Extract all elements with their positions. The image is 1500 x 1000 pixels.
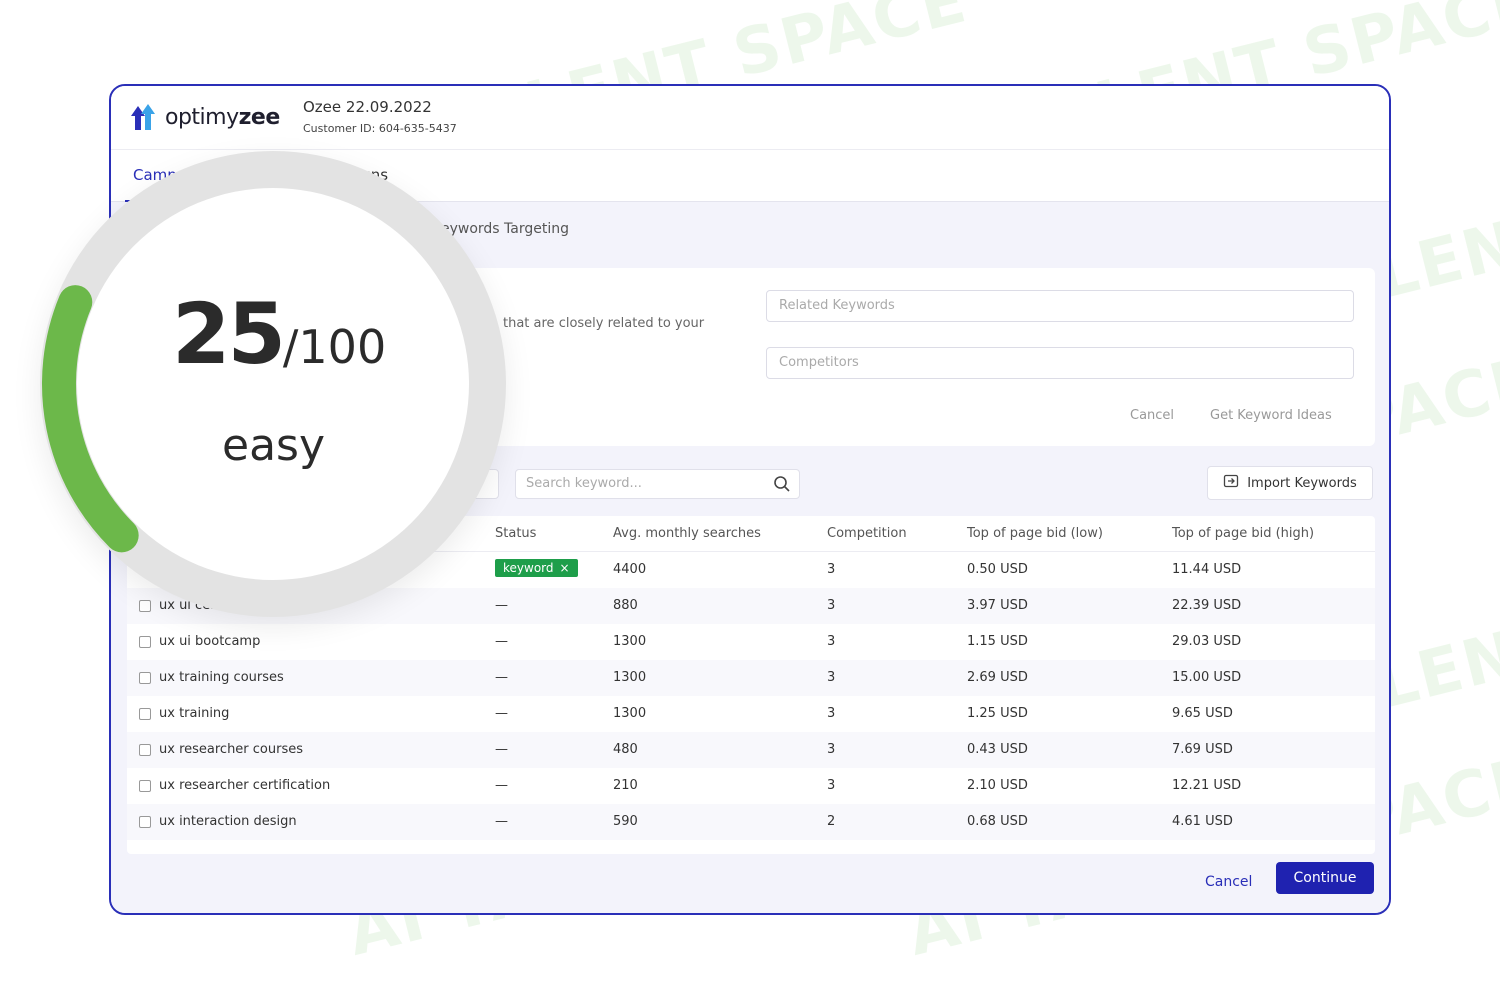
cell-bid-high: 9.65 USD bbox=[1172, 706, 1233, 721]
cell-competition: 3 bbox=[827, 598, 836, 613]
cell-searches: 480 bbox=[613, 742, 638, 757]
cell-status: — bbox=[495, 670, 508, 685]
logo-arrows-icon bbox=[129, 102, 159, 132]
logo[interactable]: optimyzee bbox=[129, 102, 280, 132]
cell-status: — bbox=[495, 814, 508, 829]
header-bid-high[interactable]: Top of page bid (high) bbox=[1172, 526, 1314, 541]
cell-bid-high: 11.44 USD bbox=[1172, 562, 1242, 577]
search-placeholder: Search keyword... bbox=[526, 476, 642, 491]
related-keywords-input[interactable]: Related Keywords bbox=[766, 290, 1354, 322]
logo-text: optimyzee bbox=[165, 104, 280, 130]
cell-bid-high: 29.03 USD bbox=[1172, 634, 1242, 649]
cell-keyword: ux interaction design bbox=[159, 814, 297, 829]
cell-competition: 3 bbox=[827, 670, 836, 685]
cell-searches: 1300 bbox=[613, 670, 647, 685]
row-checkbox[interactable] bbox=[139, 708, 151, 720]
gauge-inner bbox=[77, 188, 469, 580]
cell-searches: 210 bbox=[613, 778, 638, 793]
import-keywords-label: Import Keywords bbox=[1247, 475, 1357, 491]
cell-bid-low: 3.97 USD bbox=[967, 598, 1028, 613]
cancel-button[interactable]: Cancel bbox=[1205, 874, 1252, 890]
stage: AI TALENT SPACE AI TALENT SPACE AI TALEN… bbox=[0, 0, 1500, 1000]
score-display: 25/100 bbox=[172, 285, 386, 383]
cell-bid-low: 1.25 USD bbox=[967, 706, 1028, 721]
cell-bid-low: 0.50 USD bbox=[967, 562, 1028, 577]
account-name: Ozee 22.09.2022 bbox=[303, 98, 432, 116]
continue-button[interactable]: Continue bbox=[1276, 862, 1374, 894]
cell-competition: 3 bbox=[827, 562, 836, 577]
panel-cancel-button[interactable]: Cancel bbox=[1130, 408, 1174, 423]
row-checkbox[interactable] bbox=[139, 816, 151, 828]
cell-bid-low: 0.68 USD bbox=[967, 814, 1028, 829]
cell-status: — bbox=[495, 706, 508, 721]
table-row[interactable]: ux training courses — 1300 3 2.69 USD 15… bbox=[127, 660, 1375, 696]
row-checkbox[interactable] bbox=[139, 672, 151, 684]
table-row[interactable]: ux interaction design — 590 2 0.68 USD 4… bbox=[127, 804, 1375, 840]
table-row[interactable]: ux researcher courses — 480 3 0.43 USD 7… bbox=[127, 732, 1375, 768]
cell-bid-high: 15.00 USD bbox=[1172, 670, 1242, 685]
cell-status: — bbox=[495, 778, 508, 793]
cell-bid-high: 4.61 USD bbox=[1172, 814, 1233, 829]
cell-bid-low: 2.69 USD bbox=[967, 670, 1028, 685]
status-badge[interactable]: keyword × bbox=[495, 559, 578, 577]
score-value: 25 bbox=[172, 285, 286, 383]
cell-bid-low: 1.15 USD bbox=[967, 634, 1028, 649]
cell-searches: 590 bbox=[613, 814, 638, 829]
cell-searches: 4400 bbox=[613, 562, 647, 577]
table-row[interactable]: ux training — 1300 3 1.25 USD 9.65 USD bbox=[127, 696, 1375, 732]
panel-description: that are closely related to your bbox=[503, 316, 705, 331]
row-checkbox[interactable] bbox=[139, 636, 151, 648]
cell-competition: 2 bbox=[827, 814, 836, 829]
header-avg-searches[interactable]: Avg. monthly searches bbox=[613, 526, 761, 541]
header-bid-low[interactable]: Top of page bid (low) bbox=[967, 526, 1103, 541]
cell-competition: 3 bbox=[827, 778, 836, 793]
score-difficulty-label: easy bbox=[222, 420, 325, 471]
cell-keyword: ux ui bootcamp bbox=[159, 634, 261, 649]
competitors-input[interactable]: Competitors bbox=[766, 347, 1354, 379]
cell-competition: 3 bbox=[827, 706, 836, 721]
search-icon[interactable] bbox=[773, 475, 791, 497]
cell-status: — bbox=[495, 634, 508, 649]
cell-keyword: ux training courses bbox=[159, 670, 284, 685]
close-icon[interactable]: × bbox=[560, 561, 570, 575]
cell-bid-low: 0.43 USD bbox=[967, 742, 1028, 757]
score-max: /100 bbox=[282, 320, 387, 374]
import-keywords-button[interactable]: Import Keywords bbox=[1207, 466, 1373, 500]
cell-bid-high: 7.69 USD bbox=[1172, 742, 1233, 757]
table-row[interactable]: ux researcher certification — 210 3 2.10… bbox=[127, 768, 1375, 804]
header-competition[interactable]: Competition bbox=[827, 526, 907, 541]
row-checkbox[interactable] bbox=[139, 780, 151, 792]
import-icon bbox=[1223, 473, 1239, 493]
customer-id: Customer ID: 604-635-5437 bbox=[303, 122, 457, 135]
cell-keyword: ux researcher courses bbox=[159, 742, 304, 757]
cell-status: — bbox=[495, 742, 508, 757]
cell-competition: 3 bbox=[827, 742, 836, 757]
cell-searches: 1300 bbox=[613, 706, 647, 721]
cell-keyword: ux researcher certification bbox=[159, 778, 331, 793]
cell-searches: 880 bbox=[613, 598, 638, 613]
get-keyword-ideas-button[interactable]: Get Keyword Ideas bbox=[1210, 408, 1332, 423]
cell-keyword: ux training bbox=[159, 706, 230, 721]
cell-bid-low: 2.10 USD bbox=[967, 778, 1028, 793]
cell-bid-high: 22.39 USD bbox=[1172, 598, 1242, 613]
row-checkbox[interactable] bbox=[139, 744, 151, 756]
cell-searches: 1300 bbox=[613, 634, 647, 649]
cell-bid-high: 12.21 USD bbox=[1172, 778, 1242, 793]
search-input[interactable]: Search keyword... bbox=[515, 469, 800, 499]
cell-competition: 3 bbox=[827, 634, 836, 649]
table-row[interactable]: ux ui bootcamp — 1300 3 1.15 USD 29.03 U… bbox=[127, 624, 1375, 660]
account-info: Ozee 22.09.2022 Customer ID: 604-635-543… bbox=[303, 98, 457, 135]
footer: Cancel Continue bbox=[111, 854, 1389, 913]
top-bar: optimyzee Ozee 22.09.2022 Customer ID: 6… bbox=[111, 86, 1389, 150]
